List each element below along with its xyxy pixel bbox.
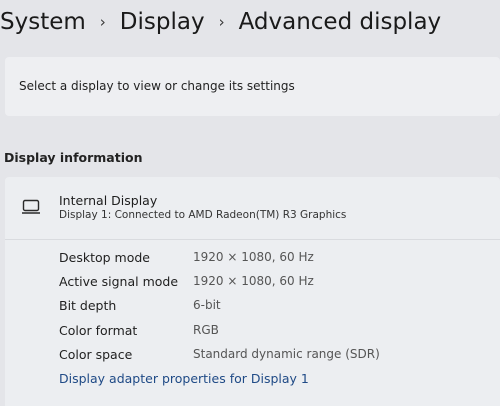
- select-display-label: Select a display to view or change its s…: [19, 79, 295, 93]
- property-value: 1920 × 1080, 60 Hz: [193, 250, 314, 264]
- property-label: Color space: [59, 346, 133, 362]
- property-label: Desktop mode: [59, 250, 150, 265]
- section-title-display-information: Display information: [4, 150, 143, 165]
- display-description: Display 1: Connected to AMD Radeon(TM) R…: [59, 209, 347, 221]
- breadcrumb-system[interactable]: System: [0, 9, 86, 35]
- breadcrumb: System › Display › Advanced display: [0, 2, 441, 42]
- property-label: Bit depth: [59, 298, 117, 314]
- property-label: Color format: [59, 322, 138, 338]
- property-label: Active signal mode: [59, 274, 179, 290]
- breadcrumb-display[interactable]: Display: [120, 9, 205, 35]
- property-value: Standard dynamic range (SDR): [193, 346, 380, 361]
- property-value: RGB: [193, 322, 219, 337]
- divider: [5, 239, 500, 240]
- display-name: Internal Display: [59, 193, 158, 208]
- chevron-right-icon: ›: [99, 13, 106, 31]
- display-adapter-properties-link[interactable]: Display adapter properties for Display 1: [59, 371, 309, 386]
- display-information-card: Internal Display Display 1: Connected to…: [5, 177, 500, 406]
- monitor-icon: [22, 199, 40, 214]
- page-title: Advanced display: [238, 9, 442, 35]
- property-value: 1920 × 1080, 60 Hz: [193, 274, 314, 289]
- property-value: 6-bit: [193, 298, 221, 313]
- select-display-card[interactable]: Select a display to view or change its s…: [5, 57, 500, 116]
- chevron-right-icon: ›: [218, 13, 225, 31]
